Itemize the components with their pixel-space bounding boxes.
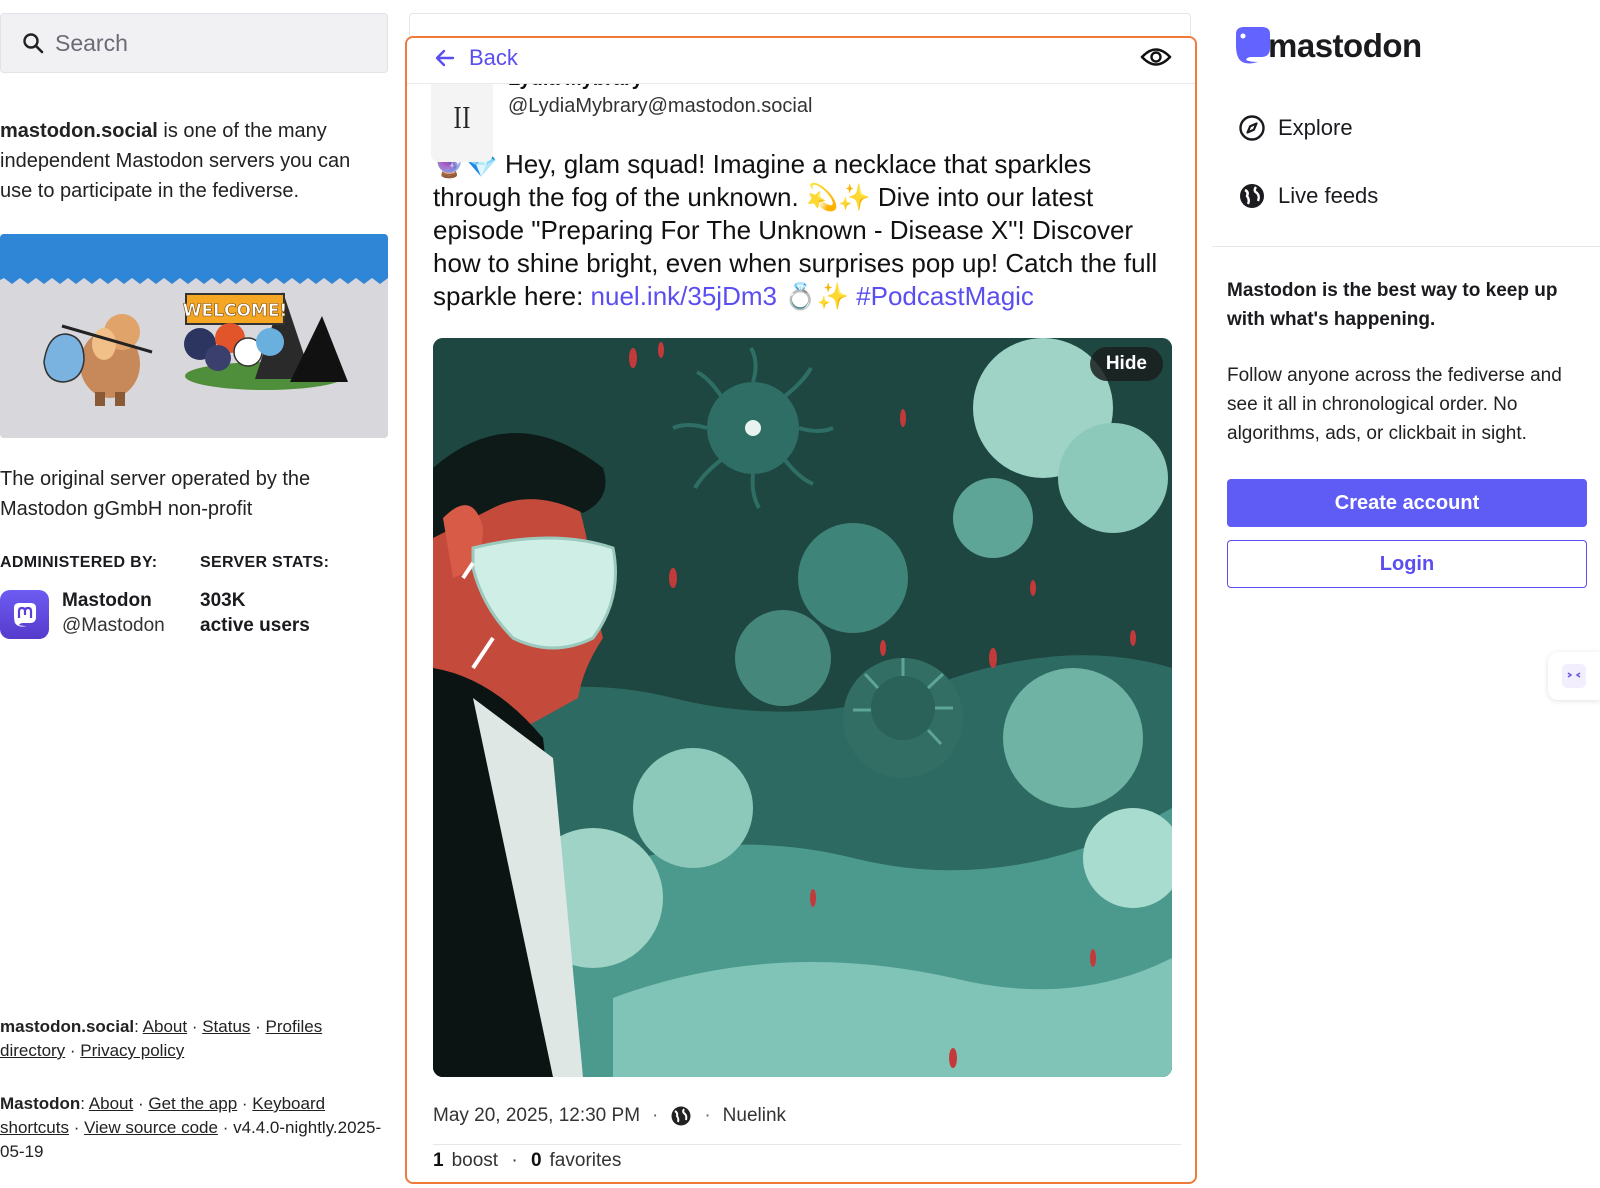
server-about: mastodon.social is one of the many indep… bbox=[0, 116, 388, 206]
favorite-label[interactable]: favorites bbox=[550, 1150, 622, 1172]
footer-server-label: mastodon.social bbox=[0, 1017, 135, 1036]
server-name: mastodon.social bbox=[0, 120, 158, 142]
counts-separator: · bbox=[506, 1150, 523, 1171]
server-description: The original server operated by the Mast… bbox=[0, 468, 311, 520]
footer-privacy-policy-link[interactable]: Privacy policy bbox=[80, 1041, 184, 1060]
meta-divider bbox=[433, 1144, 1181, 1145]
right-divider bbox=[1212, 246, 1600, 247]
create-account-button[interactable]: Create account bbox=[1227, 479, 1587, 527]
nav-live-feeds[interactable]: Live feeds bbox=[1238, 182, 1378, 210]
floating-widget[interactable] bbox=[1548, 652, 1600, 700]
left-sidebar: mastodon.social is one of the many indep… bbox=[0, 0, 388, 1188]
footer-source-code-link[interactable]: View source code bbox=[84, 1118, 218, 1137]
footer-get-app-link[interactable]: Get the app bbox=[148, 1094, 237, 1113]
administered-by-heading: ADMINISTERED BY: bbox=[0, 554, 158, 571]
column-header: Back bbox=[407, 38, 1195, 84]
server-footer-links: mastodon.social: About · Status · Profil… bbox=[0, 1017, 323, 1060]
active-users-label: active users bbox=[200, 615, 310, 636]
nav-live-feeds-label: Live feeds bbox=[1278, 183, 1379, 208]
arrow-left-icon bbox=[435, 49, 455, 67]
hide-media-button[interactable]: Hide bbox=[1089, 347, 1163, 381]
server-hero-image: WELCOME! bbox=[0, 234, 388, 438]
footer-status-link[interactable]: Status bbox=[202, 1017, 250, 1036]
post-date[interactable]: May 20, 2025, 12:30 PM bbox=[433, 1105, 640, 1127]
post-link[interactable]: nuel.ink/35jDm3 bbox=[591, 281, 777, 311]
nav-explore[interactable]: Explore bbox=[1238, 114, 1353, 142]
post-text-part2: 💍✨ bbox=[776, 281, 857, 311]
post-app[interactable]: Nuelink bbox=[723, 1105, 786, 1127]
mastodon-footer-links: Mastodon: About · Get the app · Keyboard… bbox=[0, 1094, 382, 1161]
footer-mastodon-about-link[interactable]: About bbox=[89, 1094, 133, 1113]
admin-name[interactable]: Mastodon bbox=[62, 590, 152, 612]
post-hashtag[interactable]: #PodcastMagic bbox=[856, 281, 1034, 311]
post-meta: May 20, 2025, 12:30 PM · · Nuelink bbox=[433, 1105, 786, 1127]
eye-icon[interactable] bbox=[1139, 40, 1173, 74]
post-media-image[interactable]: Hide bbox=[433, 338, 1172, 1077]
welcome-sign-text: WELCOME! bbox=[183, 301, 287, 321]
author-avatar-mark-icon: ꟾꟾ bbox=[453, 109, 471, 134]
promo-body: Follow anyone across the fediverse and s… bbox=[1227, 365, 1562, 444]
nav-explore-label: Explore bbox=[1278, 115, 1353, 140]
welcome-illustration: WELCOME! bbox=[0, 234, 388, 438]
post-detail-column: Back ꟾꟾ Lydia Mybrary @LydiaMybrary@mast… bbox=[405, 36, 1197, 1184]
active-users-count: 303K bbox=[200, 590, 246, 611]
promo-title: Mastodon is the best way to keep up with… bbox=[1227, 280, 1558, 330]
post-counts: 1 boost · 0 favorites bbox=[433, 1150, 621, 1172]
login-button[interactable]: Login bbox=[1227, 540, 1587, 588]
collapse-icon bbox=[1562, 664, 1586, 688]
back-button[interactable]: Back bbox=[433, 38, 518, 78]
compass-icon bbox=[1239, 115, 1265, 141]
boost-count[interactable]: 1 bbox=[433, 1150, 444, 1172]
post-content: 🔮💎 Hey, glam squad! Imagine a necklace t… bbox=[433, 148, 1178, 313]
meta-separator: · bbox=[652, 1105, 659, 1126]
author-avatar[interactable]: ꟾꟾ bbox=[431, 74, 493, 162]
meta-separator-2: · bbox=[704, 1105, 711, 1126]
search-box[interactable] bbox=[0, 13, 388, 73]
author-handle[interactable]: @LydiaMybrary@mastodon.social bbox=[508, 95, 812, 118]
search-icon bbox=[23, 33, 44, 54]
mastodon-logo[interactable]: mastodon bbox=[1232, 24, 1422, 68]
logo-text: mastodon bbox=[1268, 27, 1422, 64]
footer-about-link[interactable]: About bbox=[143, 1017, 187, 1036]
admin-handle[interactable]: @Mastodon bbox=[62, 615, 165, 637]
admin-avatar[interactable] bbox=[0, 590, 49, 639]
disease-illustration bbox=[433, 338, 1172, 1077]
server-stats-heading: SERVER STATS: bbox=[200, 554, 330, 571]
globe-icon bbox=[1240, 184, 1264, 208]
boost-label[interactable]: boost bbox=[452, 1150, 498, 1172]
search-input[interactable] bbox=[55, 29, 355, 57]
favorite-count[interactable]: 0 bbox=[531, 1150, 542, 1172]
mastodon-logo-icon bbox=[13, 602, 36, 627]
footer-mastodon-label: Mastodon bbox=[0, 1094, 81, 1113]
back-label: Back bbox=[469, 45, 518, 70]
globe-icon bbox=[671, 1106, 691, 1126]
